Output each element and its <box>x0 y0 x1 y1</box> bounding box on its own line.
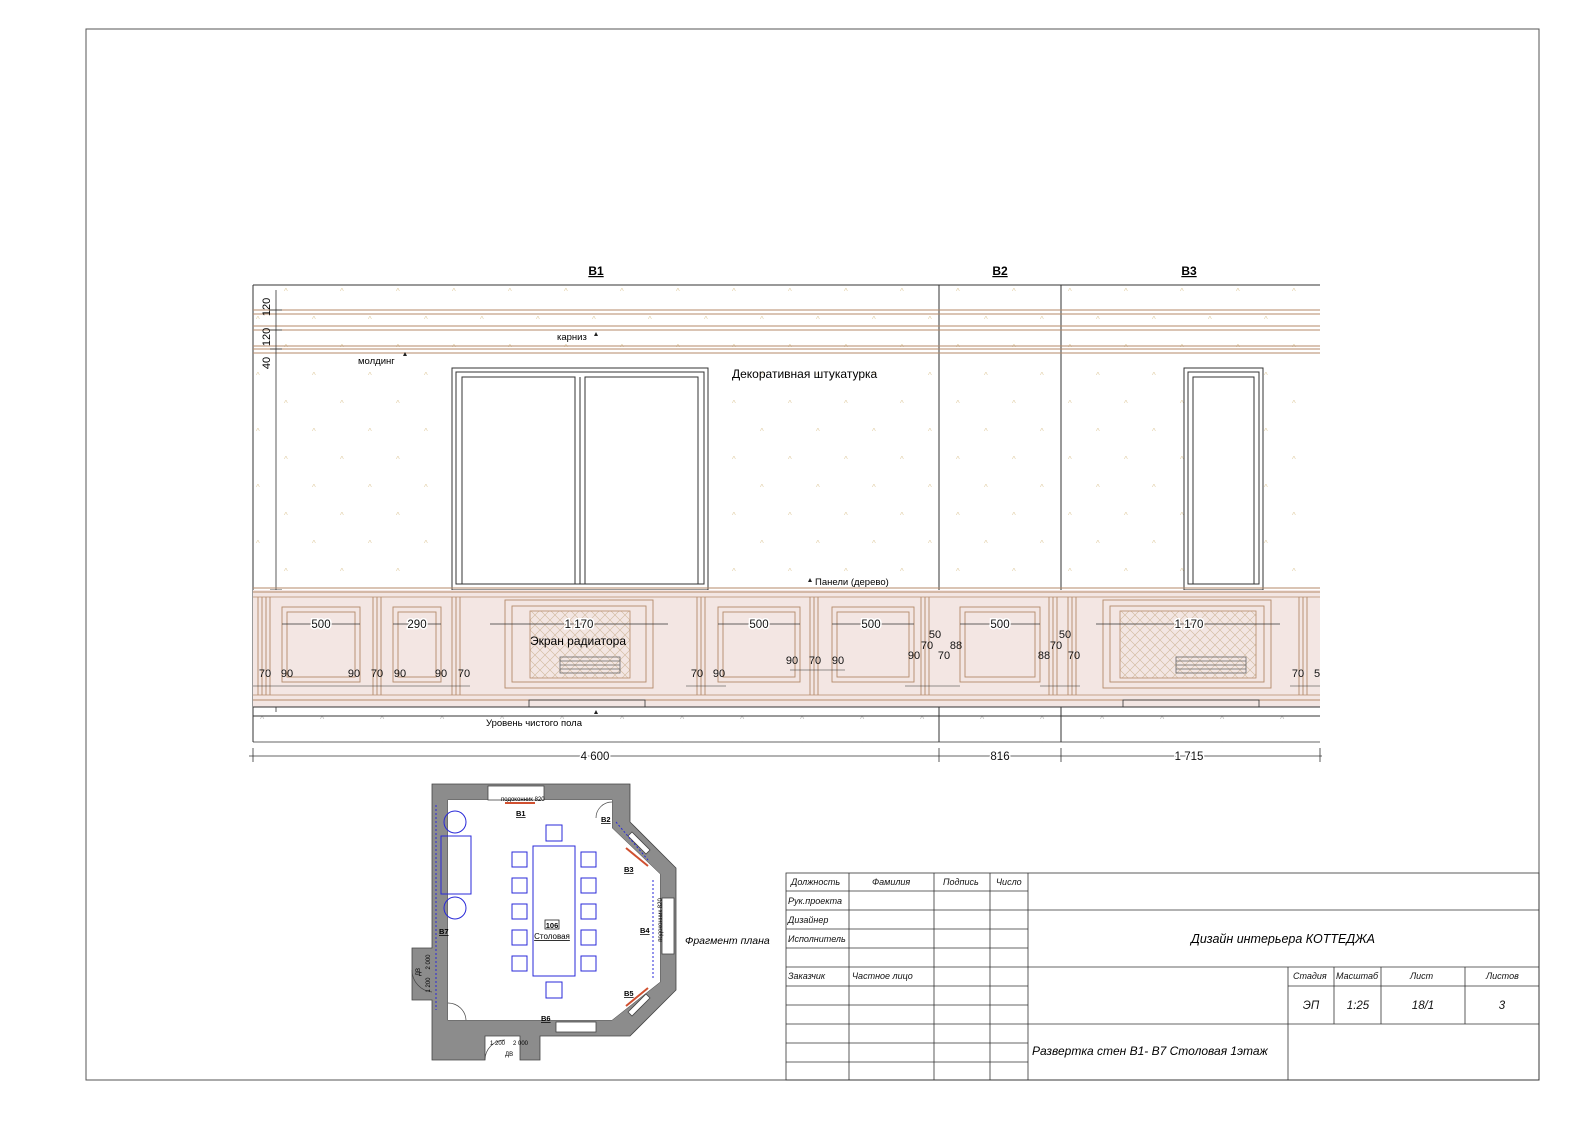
dim-radiator-1170-b: 1 170 <box>1175 619 1204 631</box>
plan-sill-right: подоконник 820 <box>658 898 664 942</box>
dim-small-11: 70 <box>809 655 821 667</box>
dim-radiator-1170-a: 1 170 <box>565 619 594 631</box>
dim-small-9: 90 <box>713 668 725 680</box>
dim-panel-500-a: 500 <box>311 619 330 631</box>
wall-label-b1: В1 <box>588 264 604 278</box>
dim-small-4: 70 <box>371 668 383 680</box>
plan-door-left-dim-a: 2 000 <box>426 954 432 970</box>
plaster-area <box>253 285 1320 590</box>
dim-small-3: 90 <box>348 668 360 680</box>
dim-small-6: 90 <box>435 668 447 680</box>
plan-mark-b6: В6 <box>541 1014 551 1023</box>
cornice-label: карниз <box>557 332 587 343</box>
dim-panel-500-b: 500 <box>749 619 768 631</box>
plan-mark-b2: В2 <box>601 815 611 824</box>
tb-sheet-title: Развертка стен В1- В7 Столовая 1этаж <box>1032 1044 1269 1058</box>
dim-panel-290: 290 <box>407 619 426 631</box>
plan-mark-b5: В5 <box>624 989 634 998</box>
tb-total-value: 3 <box>1499 1000 1506 1012</box>
plan-door-bottom-dim-b: 2 000 <box>513 1041 529 1047</box>
wall-elevation: В1 В2 В3 карниз молдинг 120 120 40 Декор… <box>249 264 1322 765</box>
plan-door-bottom-dim-a: 1 200 <box>490 1041 506 1047</box>
plan-mark-b1: В1 <box>516 809 526 818</box>
plan-door-left-tag: ДВ <box>416 968 422 976</box>
plan-caption: Фрагмент плана <box>685 935 770 947</box>
tb-sheet-header-stage: Стадия <box>1293 971 1327 981</box>
dim-b1-total: 4 600 <box>581 751 610 763</box>
tb-header-date: Число <box>996 877 1022 887</box>
dim-left-120-a: 120 <box>261 298 273 316</box>
dim-b2-total: 816 <box>990 751 1009 763</box>
tb-role-executor: Исполнитель <box>788 934 846 944</box>
tb-role-lead: Рук.проекта <box>788 896 842 906</box>
dim-small-b2-3: 88 <box>1038 650 1050 662</box>
tb-header-signature: Подпись <box>943 877 979 887</box>
dim-small-7: 70 <box>458 668 470 680</box>
tb-customer-label: Заказчик <box>788 971 826 981</box>
plan-room-number: 106 <box>546 921 559 930</box>
tb-scale-value: 1:25 <box>1347 1000 1370 1012</box>
plan-room-name: Столовая <box>534 932 570 941</box>
wall-label-b2: В2 <box>992 264 1008 278</box>
panels-label: Панели (дерево) <box>815 577 889 588</box>
dim-small-10: 90 <box>786 655 798 667</box>
dim-small-2: 90 <box>281 668 293 680</box>
dim-small-13: 90 <box>908 650 920 662</box>
dim-small-16: 50 <box>929 629 941 641</box>
tb-project-title: Дизайн интерьера КОТТЕДЖА <box>1189 932 1375 946</box>
molding-label: молдинг <box>358 356 395 367</box>
bottom-dimension-chain <box>249 748 1322 762</box>
radiator-screen-label: Экран радиатора <box>530 634 626 648</box>
dim-small-8: 70 <box>691 668 703 680</box>
dim-left-40: 40 <box>261 357 273 369</box>
dim-small-b2-5: 70 <box>1068 650 1080 662</box>
dim-panel-500-d: 500 <box>990 619 1009 631</box>
drawing-sheet: ^ ^ ^ В1 В2 В3 ка <box>85 28 1540 1081</box>
tb-sheet-value: 18/1 <box>1412 1000 1434 1012</box>
dim-small-1: 70 <box>259 668 271 680</box>
floor-strip <box>253 716 1320 742</box>
dim-small-14: 70 <box>921 640 933 652</box>
plan-door-left-dim-b: 1 200 <box>426 977 432 993</box>
window-b1 <box>451 367 709 591</box>
dim-left-120-b: 120 <box>261 328 273 346</box>
tb-role-designer: Дизайнер <box>787 915 828 925</box>
floor-plan: подоконник 820 подоконник 820 106 Столов… <box>411 783 770 1061</box>
floor-level-label: Уровень чистого пола <box>486 718 583 729</box>
dim-panel-500-c: 500 <box>861 619 880 631</box>
dim-small-b3-1: 70 <box>1292 668 1304 680</box>
tb-sheet-header-scale: Масштаб <box>1336 971 1379 981</box>
tb-customer-name: Частное лицо <box>852 971 913 981</box>
tb-header-name: Фамилия <box>872 877 910 887</box>
dim-small-5: 90 <box>394 668 406 680</box>
dim-small-b2-1: 88 <box>950 640 962 652</box>
dim-b3-total: 1 715 <box>1175 751 1204 763</box>
tb-header-position: Должность <box>790 877 840 887</box>
dim-small-b2-4: 70 <box>1050 640 1062 652</box>
dim-small-15: 70 <box>938 650 950 662</box>
tb-sheet-header-total: Листов <box>1485 971 1519 981</box>
plan-mark-b4: В4 <box>640 926 650 935</box>
plan-mark-b7: В7 <box>439 927 449 936</box>
plaster-label: Декоративная штукатурка <box>732 367 878 381</box>
tb-sheet-header-sheet: Лист <box>1409 971 1434 981</box>
plan-door-bottom-tag: ДВ <box>505 1052 513 1058</box>
tb-stage-value: ЭП <box>1303 1000 1320 1012</box>
wall-label-b3: В3 <box>1181 264 1197 278</box>
plan-mark-b3: В3 <box>624 865 634 874</box>
window-b3 <box>1183 367 1264 591</box>
dim-small-12: 90 <box>832 655 844 667</box>
dim-small-b3-2: 5 <box>1314 668 1320 680</box>
